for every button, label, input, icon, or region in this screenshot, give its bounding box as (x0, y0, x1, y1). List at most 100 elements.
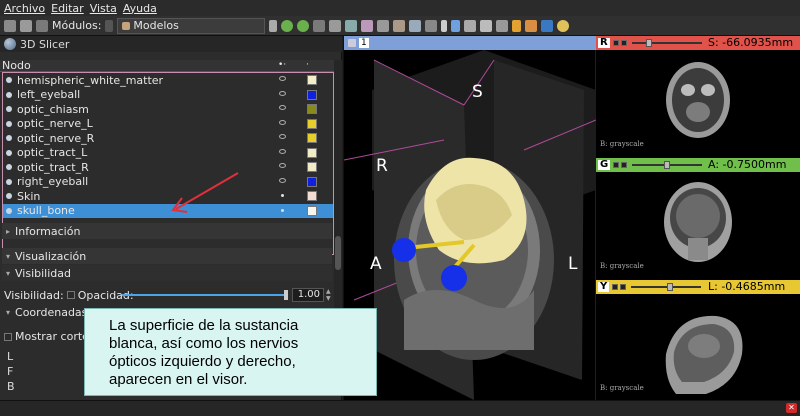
back-arrow-icon[interactable] (281, 19, 294, 32)
tree-row-optic-nerve-r[interactable]: optic_nerve_R (3, 131, 333, 146)
color-swatch[interactable] (307, 162, 317, 172)
orientation-right-label: L (568, 254, 578, 274)
color-swatch[interactable] (307, 75, 317, 85)
column-nodo: Nodo (2, 59, 31, 72)
slice-yellow-slider[interactable] (631, 283, 702, 291)
section-visibilidad[interactable]: ▾ Visibilidad (2, 265, 332, 281)
spin-arrows-icon[interactable]: ▲ ▼ (326, 288, 332, 302)
menu-editar[interactable]: Editar (51, 2, 84, 15)
slider-knob[interactable] (667, 283, 674, 291)
dicom-icon[interactable] (20, 19, 32, 32)
mouse-mode-icon[interactable] (525, 19, 538, 32)
help-icon[interactable] (557, 19, 570, 32)
eye-hidden-icon[interactable] (281, 208, 284, 212)
eye-icon[interactable] (279, 90, 286, 96)
section-coordenadas[interactable]: ▾ Coordenadas: (2, 304, 91, 320)
menu-archivo[interactable]: Archivo (4, 2, 45, 15)
opacity-spinbox[interactable]: 1.00 (292, 288, 324, 302)
extensions-icon[interactable] (313, 19, 326, 32)
slider-knob[interactable] (664, 161, 671, 169)
color-swatch[interactable] (307, 205, 317, 216)
color-swatch[interactable] (307, 89, 317, 100)
menu-ayuda[interactable]: Ayuda (123, 2, 157, 15)
tree-row-skin[interactable]: Skin (3, 189, 333, 204)
search-module-icon[interactable] (105, 19, 114, 32)
render-canvas[interactable] (344, 50, 596, 400)
tree-row-left-eyeball[interactable]: left_eyeball (3, 88, 333, 103)
color-swatch[interactable] (307, 104, 317, 114)
python-icon[interactable] (541, 19, 554, 32)
pin-icon[interactable] (612, 40, 619, 46)
screenshot-icon[interactable] (496, 19, 509, 32)
pin-icon[interactable] (612, 284, 619, 290)
opacity-slider[interactable] (122, 294, 288, 296)
eye-icon[interactable] (279, 119, 286, 125)
slice-view-green[interactable]: G A: -0.7500mm B: grayscale (596, 158, 800, 279)
module-history-icon[interactable] (269, 19, 278, 32)
slice-green-slider[interactable] (632, 161, 703, 169)
pointer-icon[interactable] (441, 19, 448, 32)
color-swatch[interactable] (307, 191, 317, 201)
tree-row-right-eyeball[interactable]: right_eyeball (3, 175, 333, 190)
eye-icon[interactable] (279, 105, 286, 110)
tree-row-skull-bone[interactable]: skull_bone (3, 203, 333, 218)
tree-row-hemispheric-white-matter[interactable]: hemispheric_white_matter (3, 73, 333, 88)
color-swatch[interactable] (307, 133, 317, 143)
slice-green-letter: G (598, 159, 611, 170)
menu-vista[interactable]: Vista (90, 2, 117, 15)
view-slice-icon[interactable] (480, 19, 493, 32)
error-log-icon[interactable]: ✕ (786, 403, 797, 413)
crosshair-icon[interactable] (512, 19, 522, 32)
tree-row-label: right_eyeball (17, 175, 89, 189)
tree-row-optic-tract-l[interactable]: optic_tract_L (3, 146, 333, 161)
slice-view-yellow[interactable]: Y L: -0.4685mm B: grayscale (596, 280, 800, 401)
transforms-icon[interactable] (377, 19, 390, 32)
view-number: 1 (359, 38, 369, 48)
module-selector[interactable]: Modelos (117, 17, 266, 34)
tree-row-optic-nerve-l[interactable]: optic_nerve_L (3, 117, 333, 132)
link-icon[interactable] (621, 162, 628, 168)
pin-icon[interactable] (613, 162, 620, 168)
eye-icon[interactable] (279, 148, 286, 154)
opacity-slider-handle[interactable] (284, 290, 288, 300)
color-swatch[interactable] (307, 176, 317, 187)
app-title: 3D Slicer (20, 37, 70, 51)
tree-row-optic-tract-r[interactable]: optic_tract_R (3, 160, 333, 175)
markups-icon[interactable] (409, 19, 422, 32)
load-data-icon[interactable] (4, 19, 16, 32)
scrollbar-thumb[interactable] (335, 236, 341, 270)
eye-icon[interactable] (279, 76, 286, 81)
mostrar-corte-row[interactable]: Mostrar corte (4, 330, 89, 343)
save-icon[interactable] (36, 19, 48, 32)
module-name: Modelos (133, 19, 179, 32)
mostrar-corte-checkbox[interactable] (4, 332, 12, 341)
eye-icon[interactable] (279, 177, 286, 183)
tree-row-optic-chiasm[interactable]: optic_chiasm (3, 102, 333, 117)
slice-view-red[interactable]: R S: -66.0935mm B: grayscale (596, 36, 800, 157)
eye-hidden-icon[interactable] (281, 194, 284, 197)
slice-red-slider[interactable] (631, 39, 702, 47)
link-icon[interactable] (620, 40, 627, 46)
volumes-icon[interactable] (345, 19, 358, 32)
python-console-icon[interactable] (425, 19, 438, 32)
visibility-checkbox[interactable] (66, 291, 75, 299)
models-icon[interactable] (361, 19, 374, 32)
pin-icon[interactable] (348, 39, 356, 47)
slider-knob[interactable] (645, 39, 652, 47)
tree-row-label: left_eyeball (17, 88, 81, 102)
tree-column-header[interactable]: Nodo •· · (0, 59, 334, 72)
section-informacion[interactable]: ▸ Información (2, 223, 332, 239)
link-icon[interactable] (620, 284, 627, 290)
section-coordenadas-label: Coordenadas: (15, 305, 92, 319)
data-icon[interactable] (329, 19, 342, 32)
section-visualizacion[interactable]: ▾ Visualización (2, 248, 332, 264)
color-swatch[interactable] (307, 118, 317, 129)
segment-editor-icon[interactable] (393, 19, 406, 32)
eye-icon[interactable] (279, 134, 286, 139)
view-3d[interactable]: 1 S R A L (343, 36, 596, 400)
color-swatch[interactable] (307, 147, 317, 158)
forward-arrow-icon[interactable] (297, 19, 310, 32)
eye-icon[interactable] (279, 163, 286, 168)
layout-icon[interactable] (464, 19, 477, 32)
fiducial-icon[interactable] (451, 19, 461, 32)
